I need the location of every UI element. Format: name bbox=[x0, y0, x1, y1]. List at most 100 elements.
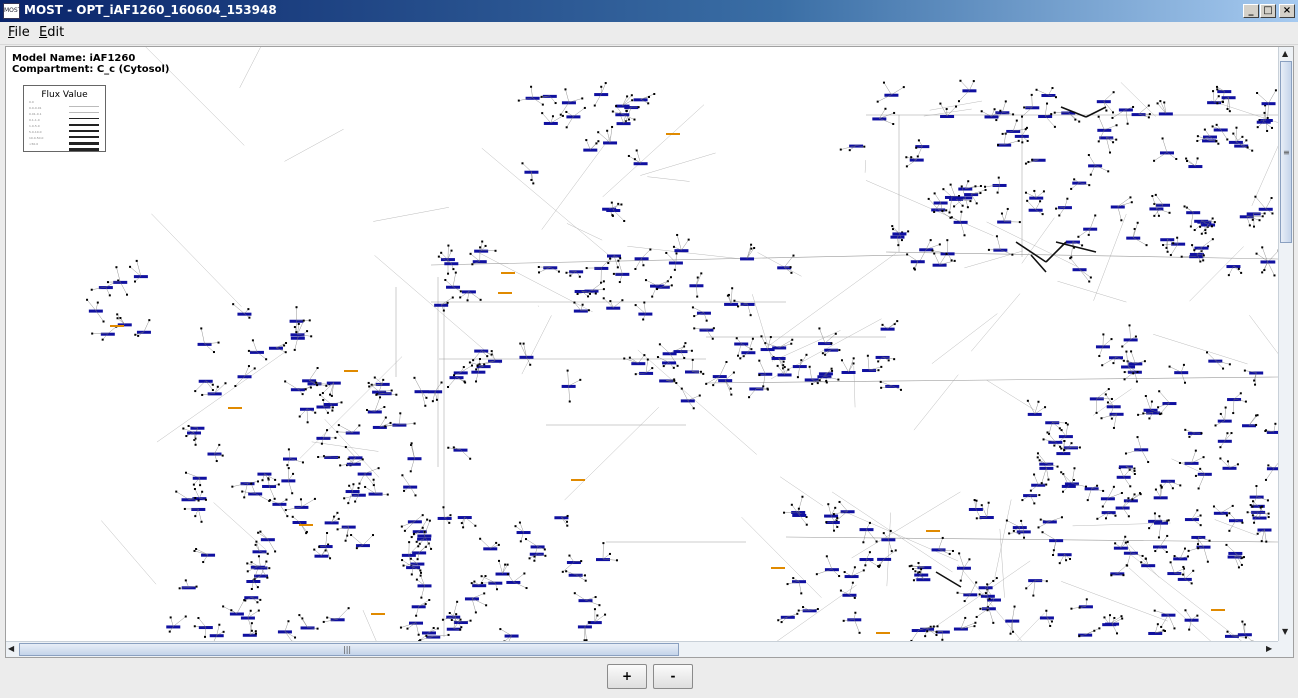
edge-line bbox=[879, 112, 895, 119]
metabolite-node bbox=[1157, 214, 1160, 217]
metabolite-node bbox=[1107, 388, 1110, 391]
edge-line bbox=[350, 534, 364, 546]
metabolite-node bbox=[484, 575, 487, 578]
metabolite-node bbox=[602, 280, 605, 283]
metabolite-node bbox=[277, 483, 280, 486]
metabolite-node bbox=[1199, 467, 1202, 470]
reaction-node bbox=[357, 472, 372, 476]
metabolite-node bbox=[514, 525, 517, 528]
scroll-up-arrow[interactable]: ▲ bbox=[1282, 49, 1288, 59]
metabolite-node bbox=[1040, 482, 1043, 485]
zoom-in-button[interactable]: + bbox=[607, 664, 647, 689]
metabolite-node bbox=[469, 619, 472, 622]
metabolite-node bbox=[1116, 632, 1119, 635]
metabolite-node bbox=[291, 492, 294, 495]
edge-line bbox=[564, 407, 659, 501]
metabolite-node bbox=[633, 118, 636, 121]
metabolite-node bbox=[1188, 435, 1191, 438]
metabolite-node bbox=[383, 406, 386, 409]
horizontal-scroll-thumb[interactable]: ||| bbox=[19, 643, 679, 656]
metabolite-node bbox=[1121, 617, 1124, 620]
metabolite-node bbox=[662, 365, 665, 368]
vertical-scroll-thumb[interactable]: ≡ bbox=[1280, 61, 1292, 243]
metabolite-node bbox=[887, 359, 890, 362]
metabolite-node bbox=[727, 293, 730, 296]
metabolite-node bbox=[705, 319, 708, 322]
edge-line bbox=[1002, 101, 1006, 113]
edge-line bbox=[603, 298, 614, 308]
metabolite-node bbox=[957, 100, 960, 103]
metabolite-node bbox=[344, 539, 347, 542]
metabolite-node bbox=[1068, 557, 1071, 560]
metabolite-node bbox=[1267, 464, 1270, 467]
edge-line bbox=[866, 552, 871, 560]
metabolite-node bbox=[615, 105, 618, 108]
reaction-node bbox=[1031, 483, 1046, 487]
horizontal-scrollbar[interactable]: ◀ ||| ▶ bbox=[6, 641, 1278, 657]
metabolite-node bbox=[891, 228, 894, 231]
metabolite-node bbox=[827, 503, 830, 506]
metabolite-node bbox=[1078, 120, 1081, 123]
metabolite-node bbox=[891, 225, 894, 228]
menu-edit[interactable]: Edit bbox=[39, 25, 64, 40]
scroll-down-arrow[interactable]: ▼ bbox=[1282, 627, 1288, 637]
metabolite-node bbox=[462, 366, 465, 369]
metabolite-node bbox=[854, 611, 857, 614]
edge-line bbox=[520, 343, 527, 357]
metabolite-node bbox=[420, 571, 423, 574]
metabolite-node bbox=[1039, 518, 1042, 521]
metabolite-node bbox=[612, 272, 615, 275]
compartment-name: Compartment: C_c (Cytosol) bbox=[12, 64, 170, 75]
metabolite-node bbox=[916, 155, 919, 158]
reaction-node bbox=[403, 485, 418, 489]
edge-line bbox=[284, 621, 289, 632]
metabolite-node bbox=[693, 315, 696, 318]
minimize-button[interactable]: _ bbox=[1243, 4, 1259, 18]
metabolite-node bbox=[949, 183, 952, 186]
metabolite-node bbox=[945, 209, 948, 212]
edge-line bbox=[960, 211, 962, 222]
menu-file[interactable]: File bbox=[8, 25, 30, 40]
metabolite-node bbox=[735, 337, 738, 340]
edge-line bbox=[1071, 468, 1075, 484]
edge-line bbox=[1268, 90, 1277, 104]
metabolite-node bbox=[634, 373, 637, 376]
metabolite-node bbox=[298, 614, 301, 617]
metabolite-node bbox=[295, 331, 298, 334]
metabolite-node bbox=[1239, 392, 1242, 395]
edge-line bbox=[1093, 213, 1127, 301]
metabolite-node bbox=[700, 272, 703, 275]
metabolite-node bbox=[255, 540, 258, 543]
edge-line bbox=[759, 360, 766, 374]
metabolite-node bbox=[988, 597, 991, 600]
metabolite-node bbox=[737, 354, 740, 357]
metabolite-node bbox=[796, 376, 799, 379]
vertical-scrollbar[interactable]: ▲ ≡ ▼ bbox=[1278, 47, 1293, 641]
edge-line bbox=[1273, 423, 1276, 432]
metabolite-node bbox=[907, 230, 910, 233]
metabolite-node bbox=[247, 308, 250, 311]
metabolite-node bbox=[782, 360, 785, 363]
edge-line bbox=[1195, 158, 1198, 167]
metabolite-node bbox=[1133, 493, 1136, 496]
edge-line bbox=[323, 430, 328, 438]
metabolite-node bbox=[561, 570, 564, 573]
edge-line bbox=[362, 534, 374, 546]
maximize-button[interactable]: □ bbox=[1260, 4, 1276, 18]
reaction-node bbox=[1234, 144, 1249, 148]
metabolite-node bbox=[1134, 335, 1137, 338]
metabolite-node bbox=[1196, 135, 1199, 138]
metabolite-node bbox=[218, 623, 221, 626]
metabolite-node bbox=[286, 515, 289, 518]
metabolic-network[interactable] bbox=[6, 47, 1278, 641]
pathway-canvas[interactable]: Model Name: iAF1260 Compartment: C_c (Cy… bbox=[6, 47, 1278, 641]
close-button[interactable]: × bbox=[1279, 4, 1295, 18]
metabolite-node bbox=[938, 243, 941, 246]
metabolite-node bbox=[758, 374, 761, 377]
scroll-right-arrow[interactable]: ▶ bbox=[1266, 644, 1272, 654]
metabolite-node bbox=[637, 106, 640, 109]
zoom-out-button[interactable]: - bbox=[653, 664, 693, 689]
metabolite-node bbox=[825, 555, 828, 558]
scroll-left-arrow[interactable]: ◀ bbox=[8, 644, 14, 654]
metabolite-node bbox=[684, 342, 687, 345]
